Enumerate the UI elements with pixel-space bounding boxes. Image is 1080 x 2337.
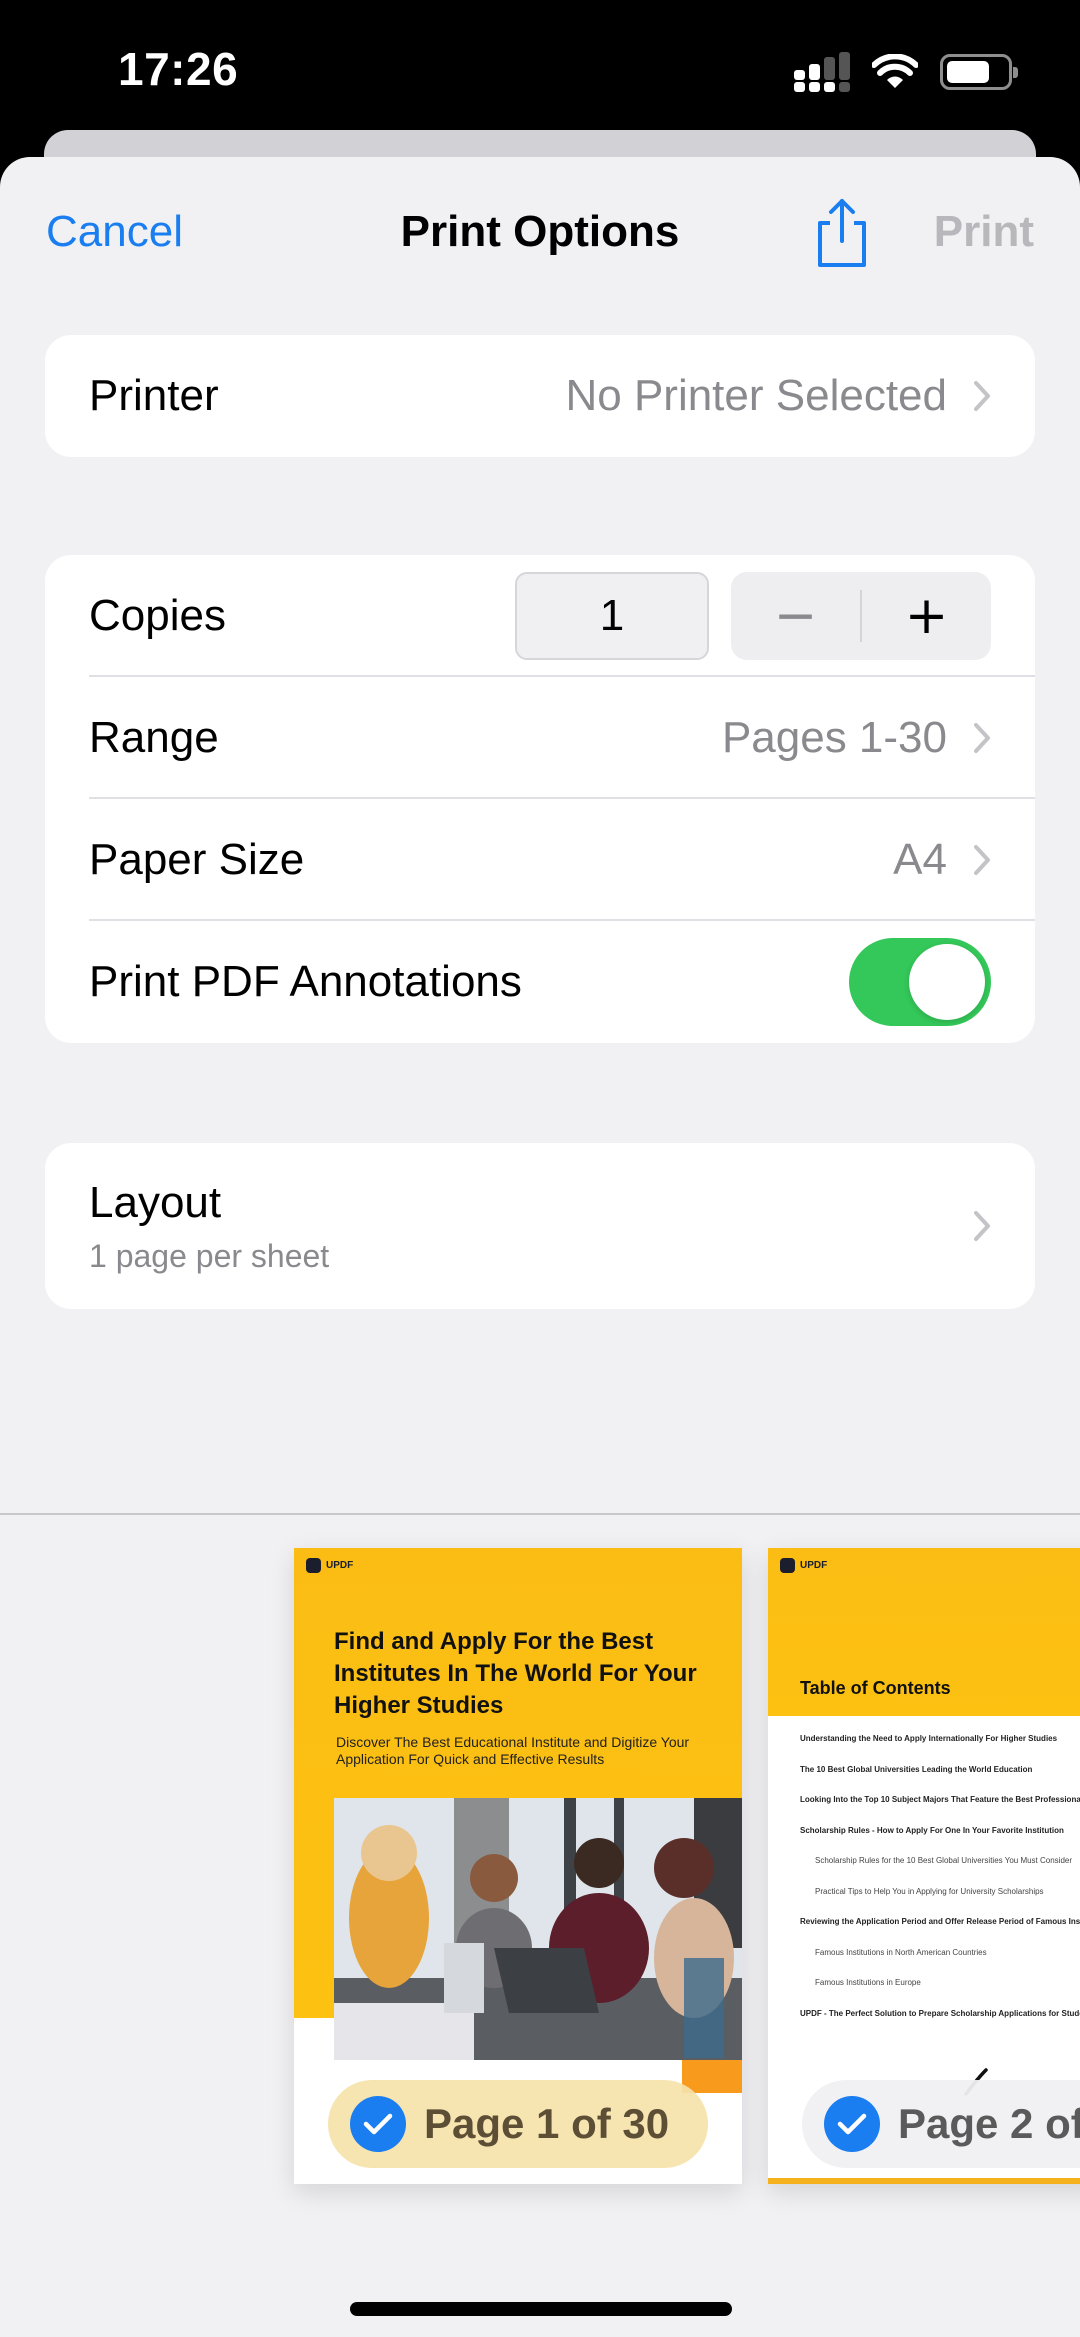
toc-item: Looking Into the Top 10 Subject Majors T… [800, 1795, 1080, 1804]
page-preview-1[interactable]: UPDF Find and Apply For the Best Institu… [294, 1548, 742, 2184]
preview-divider [0, 1513, 1080, 1515]
chevron-right-icon [974, 381, 990, 411]
toc-item: The 10 Best Global Universities Leading … [800, 1764, 1033, 1774]
navigation-bar: Cancel Print Options Print [0, 157, 1080, 317]
paper-size-label: Paper Size [89, 835, 305, 884]
increment-button[interactable]: + [862, 572, 991, 660]
printer-card: Printer No Printer Selected [45, 335, 1035, 457]
toc-list: Understanding the Need to Apply Internat… [800, 1734, 1080, 2039]
toc-item: Famous Institutions in Europe [815, 1978, 921, 1987]
toggle-knob [909, 944, 985, 1020]
checkmark-icon[interactable] [824, 2096, 880, 2152]
status-icons [794, 52, 1018, 92]
updf-logo: UPDF [306, 1558, 353, 1573]
wifi-icon [872, 54, 918, 88]
page-bottom-accent [768, 2178, 1080, 2184]
updf-brand: UPDF [326, 1560, 354, 1571]
checkmark-icon[interactable] [350, 2096, 406, 2152]
paper-size-row[interactable]: Paper Size A4 [45, 799, 1035, 921]
print-button[interactable]: Print [934, 207, 1034, 257]
range-value: Pages 1-30 [721, 713, 947, 762]
printer-label: Printer [89, 371, 219, 420]
updf-logo-icon [306, 1558, 321, 1573]
printer-row[interactable]: Printer No Printer Selected [45, 335, 1035, 457]
students-photo-illustration [334, 1798, 742, 2060]
share-icon[interactable] [812, 197, 872, 269]
chevron-right-icon [974, 723, 990, 753]
toc-item: Practical Tips to Help You in Applying f… [815, 1886, 1044, 1896]
cover-subtitle: Discover The Best Educational Institute … [336, 1734, 690, 1767]
paper-size-value: A4 [893, 835, 947, 884]
battery-icon [940, 54, 1018, 90]
updf-logo-icon [780, 1558, 795, 1573]
cover-title: Find and Apply For the Best Institutes I… [334, 1628, 697, 1719]
decrement-button[interactable]: − [731, 572, 860, 660]
page-badge-label: Page 1 of 30 [424, 2100, 670, 2147]
printer-value: No Printer Selected [565, 371, 947, 420]
chevron-right-icon [974, 845, 990, 875]
toc-item: Famous Institutions in North American Co… [815, 1947, 987, 1957]
range-label: Range [89, 713, 219, 762]
updf-logo: UPDF [780, 1558, 827, 1573]
copies-stepper: − + [731, 572, 991, 660]
toc-item: Scholarship Rules - How to Apply For One… [800, 1825, 1064, 1835]
cellular-signal-icon [794, 52, 850, 92]
range-row[interactable]: Range Pages 1-30 [45, 677, 1035, 799]
toc-item: Understanding the Need to Apply Internat… [800, 1734, 1058, 1743]
toc-item: UPDF - The Perfect Solution to Prepare S… [800, 2008, 1080, 2018]
page-badge: Page 1 of 30 [328, 2080, 708, 2168]
annotations-row: Print PDF Annotations [45, 921, 1035, 1043]
layout-value: 1 page per sheet [89, 1237, 330, 1274]
toc-item: Scholarship Rules for the 10 Best Global… [815, 1856, 1073, 1865]
cancel-button[interactable]: Cancel [46, 207, 183, 257]
cover-photo [334, 1798, 742, 2060]
layout-label: Layout [89, 1177, 222, 1227]
layout-row[interactable]: Layout 1 page per sheet [45, 1143, 1035, 1309]
layout-text: Layout 1 page per sheet [89, 1178, 329, 1275]
status-time: 17:26 [118, 43, 239, 95]
copies-input[interactable]: 1 [515, 572, 709, 660]
page-badge-label: Page 2 of 30 [898, 2100, 1080, 2147]
home-indicator[interactable] [350, 2302, 732, 2316]
annotations-label: Print PDF Annotations [89, 957, 522, 1006]
toc-title: Table of Contents [800, 1678, 951, 1698]
copies-row: Copies 1 − + [45, 555, 1035, 677]
status-bar: 17:26 [0, 0, 1080, 140]
print-settings-card: Copies 1 − + Range Pages 1-30 Paper Size… [45, 555, 1035, 1043]
toc-item: Reviewing the Application Period and Off… [800, 1917, 1080, 1926]
updf-brand: UPDF [800, 1560, 828, 1571]
page-badge: Page 2 of 30 [802, 2080, 1080, 2168]
layout-card: Layout 1 page per sheet [45, 1143, 1035, 1309]
annotations-toggle[interactable] [849, 938, 991, 1026]
print-options-sheet: Cancel Print Options Print Printer No Pr… [0, 157, 1080, 2337]
copies-label: Copies [89, 591, 226, 640]
chevron-right-icon [974, 1211, 990, 1241]
page-preview-2[interactable]: UPDF Table of Contents Understanding the… [768, 1548, 1080, 2184]
